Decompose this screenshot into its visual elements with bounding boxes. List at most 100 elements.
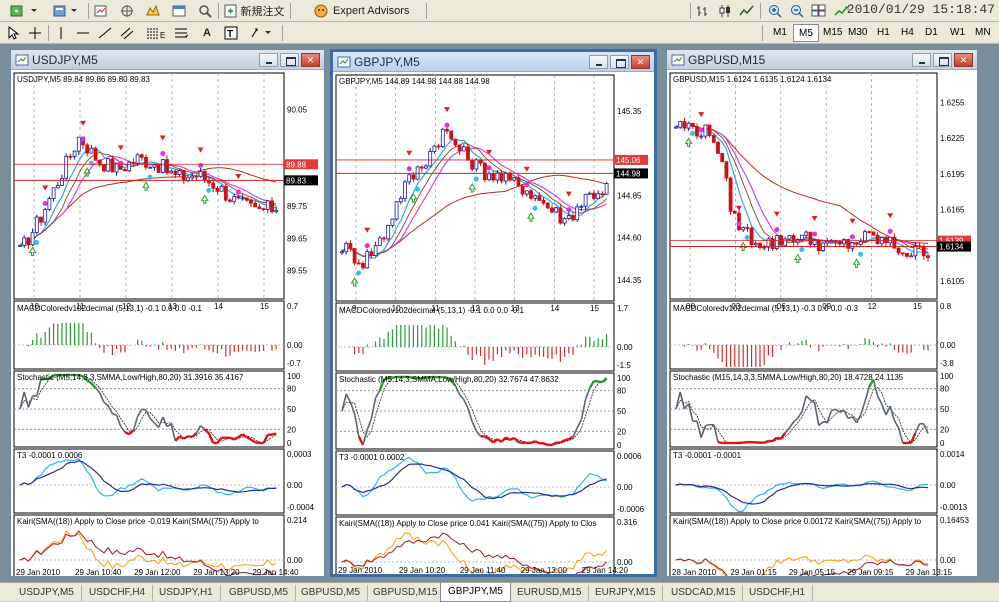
bottom-time-label: 29 Jan 09:15 bbox=[847, 568, 894, 576]
main-toolbar: 新規注文 Expert Advisors 2010/01/29 15:18:47 bbox=[0, 0, 999, 22]
close-button[interactable]: ✕ bbox=[631, 55, 650, 69]
zoom-out-button[interactable] bbox=[788, 2, 806, 20]
zoom-in-button[interactable] bbox=[766, 2, 784, 20]
minimize-button[interactable] bbox=[259, 53, 278, 67]
candle-body bbox=[830, 241, 833, 242]
candle-body bbox=[220, 186, 223, 191]
terminal-button[interactable] bbox=[170, 2, 188, 20]
candlestick-button[interactable] bbox=[716, 2, 734, 20]
chart-tab[interactable]: USDJPY,M5 bbox=[12, 585, 82, 601]
candle-body bbox=[111, 159, 114, 172]
window-title: USDJPY,M5 bbox=[32, 53, 98, 67]
timeframe-h1[interactable]: H1 bbox=[872, 24, 895, 42]
expert-advisors-button[interactable]: Expert Advisors bbox=[296, 2, 422, 20]
window-title-bar[interactable]: GBPUSD,M15✕ bbox=[667, 50, 977, 70]
candle-body bbox=[224, 186, 227, 200]
signal-dot bbox=[198, 163, 203, 168]
bar-chart-button[interactable] bbox=[694, 2, 712, 20]
chart-tab[interactable]: EURJPY,M15 bbox=[588, 585, 663, 601]
fibonacci-button[interactable]: E bbox=[144, 24, 168, 42]
new-chart-button[interactable] bbox=[4, 2, 44, 20]
timeframe-h4[interactable]: H4 bbox=[896, 24, 919, 42]
candle-body bbox=[140, 155, 143, 158]
gann-button[interactable] bbox=[172, 24, 190, 42]
history-button[interactable] bbox=[196, 2, 214, 20]
maximize-button[interactable] bbox=[280, 53, 299, 67]
chart-window-usdjpy[interactable]: USDJPY,M5 ✕ 90.0589.8889.7589.6589.5589.88… bbox=[10, 49, 325, 577]
candle-body bbox=[61, 178, 64, 185]
trendline-button[interactable] bbox=[96, 24, 114, 42]
cursor-button[interactable] bbox=[4, 24, 22, 42]
time-axis-label: 15 bbox=[590, 304, 599, 313]
candle-body bbox=[838, 242, 841, 244]
candle-body bbox=[266, 201, 269, 209]
channel-button[interactable] bbox=[118, 24, 136, 42]
macd-label: MACDColoredv102decimal (5,13,1) -0.3 0.0… bbox=[673, 304, 859, 313]
candle-body bbox=[425, 166, 428, 168]
stoch-main-segment bbox=[544, 443, 548, 445]
timeframe-m5[interactable]: M5 bbox=[793, 24, 819, 42]
t3-label: T3 -0.0001 0.0006 bbox=[17, 451, 83, 460]
crosshair-button[interactable] bbox=[26, 24, 44, 42]
timeframe-m30[interactable]: M30 bbox=[843, 24, 872, 42]
chart-tab[interactable]: GBPUSD,M5 bbox=[222, 585, 296, 601]
chart-tab[interactable]: USDJPY,H1 bbox=[152, 585, 221, 601]
chart-tab[interactable]: USDCHF,H1 bbox=[742, 585, 813, 601]
chart-canvas[interactable]: 90.0589.8889.7589.6589.5589.8889.83USDJP… bbox=[11, 71, 324, 576]
vertical-line-button[interactable] bbox=[52, 24, 70, 42]
kairi-scale-label: 0.00 bbox=[940, 556, 956, 565]
label-button[interactable]: T bbox=[222, 24, 240, 42]
chart-tab[interactable]: GBPUSD,M5 bbox=[294, 585, 368, 601]
maximize-button[interactable] bbox=[610, 55, 629, 69]
window-title-bar[interactable]: USDJPY,M5 ✕ bbox=[11, 50, 324, 70]
chart-tab[interactable]: USDCAD,M15 bbox=[664, 585, 743, 601]
tile-windows-button[interactable] bbox=[810, 2, 828, 20]
candle-body bbox=[258, 207, 261, 209]
candle-body bbox=[530, 191, 533, 198]
svg-text:E: E bbox=[160, 31, 165, 40]
macd-scale-label: 1.7 bbox=[617, 304, 629, 313]
data-window-button[interactable] bbox=[144, 2, 162, 20]
market-watch-button[interactable] bbox=[92, 2, 110, 20]
profiles-button[interactable] bbox=[48, 2, 84, 20]
close-button[interactable]: ✕ bbox=[301, 53, 320, 67]
close-button[interactable]: ✕ bbox=[954, 53, 973, 67]
arrows-button[interactable] bbox=[248, 24, 276, 42]
chart-window-gbpjpy[interactable]: GBPJPY,M5✕145.35145.06144.85144.60144.35… bbox=[330, 49, 657, 577]
signal-dot bbox=[81, 136, 86, 141]
chart-canvas[interactable]: 1.62551.62251.61951.61651.61341.61051.61… bbox=[667, 71, 977, 576]
candle-body bbox=[601, 194, 604, 195]
timeframe-d1[interactable]: D1 bbox=[920, 24, 943, 42]
timeframe-m1[interactable]: M1 bbox=[768, 24, 792, 42]
bar-chart-icon bbox=[695, 4, 711, 18]
chart-tab[interactable]: EURUSD,M15 bbox=[510, 585, 589, 601]
text-button[interactable]: A bbox=[198, 24, 216, 42]
candle-body bbox=[31, 232, 34, 244]
chart-window-gbpusd[interactable]: GBPUSD,M15✕1.62551.62251.61951.61651.613… bbox=[666, 49, 978, 577]
line-chart-button[interactable] bbox=[738, 2, 756, 20]
bottom-time-label: 29 Jan 10:20 bbox=[399, 566, 446, 574]
bottom-time-label: 29 Jan 2010 bbox=[338, 566, 383, 574]
chart-tab[interactable]: GBPJPY,M5 bbox=[440, 583, 511, 602]
timeframe-mn[interactable]: MN bbox=[970, 24, 996, 42]
candle-body bbox=[725, 162, 728, 179]
window-title-bar[interactable]: GBPJPY,M5✕ bbox=[333, 52, 654, 72]
candle-body bbox=[525, 191, 528, 194]
new-order-button[interactable]: 新規注文 bbox=[222, 2, 286, 20]
navigator-button[interactable] bbox=[118, 2, 136, 20]
timeframe-w1[interactable]: W1 bbox=[945, 24, 970, 42]
minimize-button[interactable] bbox=[589, 55, 608, 69]
minimize-button[interactable] bbox=[912, 53, 931, 67]
maximize-button[interactable] bbox=[933, 53, 952, 67]
kairi-scale-label: 0.00 bbox=[287, 556, 303, 565]
candle-body bbox=[542, 200, 545, 203]
chart-tab[interactable]: GBPUSD,M15 bbox=[366, 585, 445, 601]
chart-tab[interactable]: USDCHF,H4 bbox=[82, 585, 153, 601]
candle-body bbox=[429, 152, 432, 166]
svg-text:T: T bbox=[227, 29, 233, 40]
chart-canvas[interactable]: 145.35145.06144.85144.60144.35145.06144.… bbox=[333, 73, 654, 574]
candle-body bbox=[792, 236, 795, 243]
horizontal-line-button[interactable] bbox=[74, 24, 92, 42]
candle-body bbox=[687, 123, 690, 128]
candle-body bbox=[48, 199, 51, 210]
